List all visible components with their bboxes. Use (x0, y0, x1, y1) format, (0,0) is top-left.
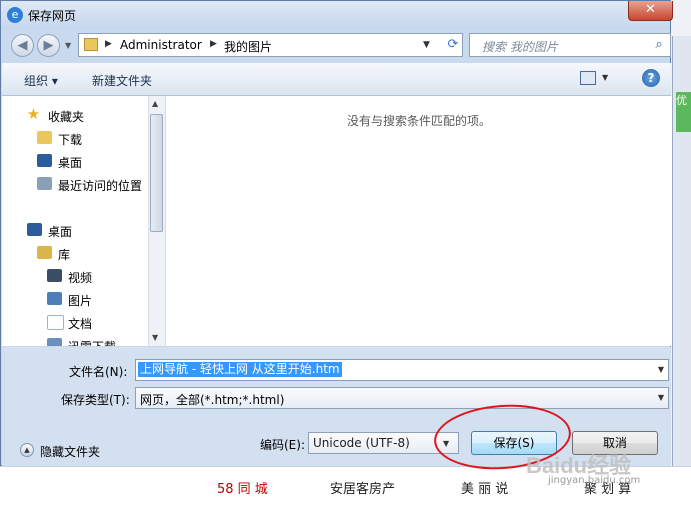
background-tab-label: 优 (676, 94, 687, 107)
desktop-icon (27, 223, 42, 236)
forward-button[interactable]: ▶ (37, 34, 60, 57)
address-dropdown-icon[interactable]: ▼ (423, 40, 430, 50)
nav-item-libraries[interactable]: 库 (2, 243, 148, 265)
recent-pages-arrow-icon[interactable]: ▼ (65, 41, 71, 50)
back-button[interactable]: ◀ (11, 34, 34, 57)
view-dropdown-icon[interactable]: ▼ (602, 73, 608, 82)
filename-value[interactable]: 上网导航 - 轻快上网 从这里开始.htm (138, 362, 342, 377)
library-icon (37, 246, 52, 259)
command-toolbar: 组织 ▾ 新建文件夹 ▼ ? (2, 63, 671, 96)
encoding-value: Unicode (UTF-8) (313, 436, 410, 450)
file-list[interactable]: 没有与搜索条件匹配的项。 (165, 96, 672, 346)
filetype-value: 网页，全部(*.htm;*.html) (140, 393, 285, 407)
nav-item-documents[interactable]: 文档 (2, 312, 148, 334)
breadcrumb-administrator[interactable]: Administrator (120, 38, 202, 52)
nav-label: 库 (58, 248, 71, 262)
background-link-anjuke[interactable]: 安居客房产 (330, 478, 395, 497)
filename-field[interactable]: 上网导航 - 轻快上网 从这里开始.htm ▼ (135, 359, 669, 381)
address-bar-row: ◀ ▶ ▼ ▶ Administrator ▶ 我的图片 ▼ ⟳ 搜索 我的图片… (1, 29, 671, 63)
filetype-label: 保存类型(T): (61, 393, 130, 407)
search-input[interactable]: 搜索 我的图片 ⌕ (469, 33, 671, 57)
nav-item-desktop-root[interactable]: 桌面 (2, 220, 148, 242)
nav-label: 迅雷下载 (68, 338, 116, 346)
nav-label: 桌面 (48, 225, 73, 239)
encoding-label: 编码(E): (260, 438, 305, 452)
video-icon (47, 269, 62, 282)
nav-label: 桌面 (58, 156, 83, 170)
nav-item-recent-places[interactable]: 最近访问的位置 (2, 174, 148, 196)
nav-item-thunder-downloads[interactable]: 迅雷下载 (2, 335, 148, 346)
breadcrumb-separator-icon[interactable]: ▶ (210, 39, 217, 49)
nav-item-pictures[interactable]: 图片 (2, 289, 148, 311)
scroll-up-icon[interactable]: ▲ (152, 99, 158, 108)
nav-item-desktop[interactable]: 桌面 (2, 151, 148, 173)
scroll-down-icon[interactable]: ▼ (152, 333, 158, 342)
nav-label: 收藏夹 (48, 110, 85, 124)
documents-icon (47, 315, 64, 330)
filetype-dropdown-icon[interactable]: ▼ (658, 393, 664, 402)
nav-label: 最近访问的位置 (58, 179, 143, 193)
search-placeholder: 搜索 我的图片 (482, 40, 558, 54)
refresh-icon[interactable]: ⟳ (445, 37, 461, 53)
download-folder-icon (37, 131, 52, 144)
new-folder-button[interactable]: 新建文件夹 (92, 72, 152, 89)
filetype-select[interactable]: 网页，全部(*.htm;*.html) ▼ (135, 387, 669, 409)
nav-label: 视频 (68, 271, 93, 285)
save-dialog: e 保存网页 ✕ ◀ ▶ ▼ ▶ Administrator ▶ 我的图片 ▼ … (0, 0, 673, 466)
breadcrumb-my-pictures[interactable]: 我的图片 (224, 38, 272, 55)
nav-item-favorites[interactable]: ★ 收藏夹 (2, 105, 148, 127)
hide-folders-toggle[interactable]: ▲ 隐藏文件夹 (20, 442, 140, 460)
watermark-url: jingyan.baidu.com (548, 475, 641, 486)
nav-label: 文档 (68, 317, 93, 331)
dialog-title: 保存网页 (28, 9, 77, 23)
navigation-pane: ★ 收藏夹 下载 桌面 最近访问的位置 桌面 库 视频 图片 文档 (2, 96, 148, 346)
recent-places-icon (37, 177, 52, 190)
desktop-icon (37, 154, 52, 167)
background-link-meilishuo[interactable]: 美 丽 说 (461, 478, 508, 497)
thunder-download-icon (47, 338, 62, 346)
background-green-tab: 优 (676, 92, 691, 132)
nav-label: 下载 (58, 133, 83, 147)
ie-icon: e (7, 7, 23, 23)
help-icon[interactable]: ? (642, 69, 660, 87)
empty-message: 没有与搜索条件匹配的项。 (346, 114, 491, 128)
filename-label: 文件名(N): (69, 365, 128, 379)
chevron-up-icon: ▲ (20, 443, 34, 457)
nav-scrollbar[interactable]: ▲ ▼ (148, 96, 165, 346)
nav-item-videos[interactable]: 视频 (2, 266, 148, 288)
pictures-icon (47, 292, 62, 305)
background-link-58[interactable]: 58 同 城 (217, 478, 268, 497)
hide-folders-label: 隐藏文件夹 (40, 445, 101, 459)
nav-item-downloads[interactable]: 下载 (2, 128, 148, 150)
breadcrumb-separator-icon[interactable]: ▶ (105, 39, 112, 49)
close-button[interactable]: ✕ (628, 1, 673, 21)
organize-menu[interactable]: 组织 ▾ (24, 72, 58, 89)
address-input[interactable]: ▶ Administrator ▶ 我的图片 ▼ ⟳ (78, 33, 463, 57)
filename-dropdown-icon[interactable]: ▼ (658, 365, 664, 374)
title-bar[interactable]: e 保存网页 ✕ (1, 1, 673, 29)
scroll-thumb[interactable] (150, 114, 163, 232)
star-icon: ★ (26, 105, 41, 123)
nav-label: 图片 (68, 294, 93, 308)
view-options-icon[interactable] (580, 71, 596, 85)
folder-icon (84, 38, 98, 51)
search-icon[interactable]: ⌕ (651, 37, 667, 53)
